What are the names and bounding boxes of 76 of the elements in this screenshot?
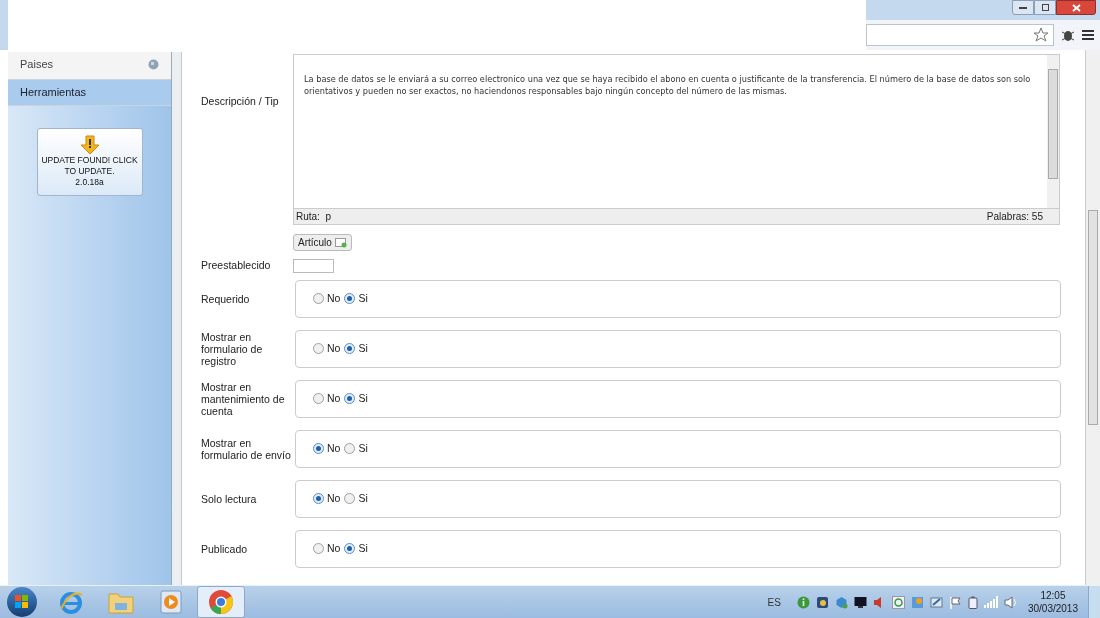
info-icon[interactable] xyxy=(796,595,810,609)
tray-icon[interactable] xyxy=(815,595,829,609)
radio-label: Si xyxy=(358,540,368,556)
radio-button[interactable] xyxy=(313,543,324,555)
field-label: Mostrar en mantenimiento de cuenta xyxy=(201,380,286,417)
radio-label: No xyxy=(327,440,341,456)
radio-button[interactable] xyxy=(313,493,324,505)
word-count: Palabras: 55 xyxy=(986,210,1044,224)
globe-icon xyxy=(148,59,159,70)
update-version: 2.0.18a xyxy=(75,177,104,188)
sidebar-item-label: Herramientas xyxy=(20,85,87,101)
close-icon xyxy=(1071,3,1081,12)
radio-label: Si xyxy=(358,390,368,406)
close-button[interactable] xyxy=(1056,0,1096,15)
refresh-icon[interactable] xyxy=(891,595,905,609)
description-text: La base de datos se le enviará a su correo electronico una vez que se haya recibido el abono en cuenta o justificante de la transferencia. El número de la base de datos son solo orientativos y pueden no ser exactos, no haciendonos responsables bajo ningún concepto del número de las mismas. xyxy=(303,73,1032,98)
sidebar-item-label: Paises xyxy=(20,57,54,73)
radio-label: No xyxy=(327,490,341,506)
flag-icon[interactable] xyxy=(948,595,962,609)
editor-path: Ruta: p xyxy=(296,210,332,224)
radio-label: Si xyxy=(358,490,368,506)
battery-icon[interactable] xyxy=(967,595,978,609)
field-label: Solo lectura xyxy=(201,492,258,505)
radio-label: Si xyxy=(358,340,368,356)
monitor-icon[interactable] xyxy=(853,595,867,609)
folder-icon xyxy=(108,590,134,614)
field-label: Descripción / Tip xyxy=(201,94,280,109)
browser-e-icon xyxy=(58,589,84,615)
radio-button[interactable] xyxy=(344,393,356,405)
radio-button[interactable] xyxy=(344,293,356,305)
radio-button[interactable] xyxy=(344,443,356,455)
field-label: Preestablecido xyxy=(201,258,272,273)
sidebar-item[interactable]: Herramientas xyxy=(8,80,171,106)
radio-button[interactable] xyxy=(313,343,324,355)
start-button[interactable] xyxy=(7,587,37,617)
show-desktop-button[interactable] xyxy=(1088,585,1100,618)
field-label: Mostrar en formulario de registro xyxy=(201,330,264,367)
radio-button[interactable] xyxy=(313,443,324,455)
windows-logo-icon xyxy=(15,595,29,609)
chrome-logo-icon xyxy=(208,589,234,615)
radio-button[interactable] xyxy=(313,293,324,305)
update-card[interactable]: UPDATE FOUND! CLICK TO UPDATE. 2.0.18a xyxy=(36,128,143,196)
radio-label: No xyxy=(327,390,341,406)
language-indicator[interactable]: ES xyxy=(767,594,781,610)
radio-label: Si xyxy=(358,440,368,456)
article-button[interactable]: Artículo xyxy=(293,234,352,251)
menu-icon[interactable] xyxy=(1082,29,1094,41)
signal-icon[interactable] xyxy=(983,596,998,608)
play-icon xyxy=(160,590,182,614)
restore-button[interactable] xyxy=(1034,0,1056,15)
field-label: Mostrar en formulario de envío xyxy=(201,436,292,461)
clock-date: 30/03/2013 xyxy=(1027,602,1078,615)
radio-button[interactable] xyxy=(344,493,356,505)
radio-label: No xyxy=(327,340,341,356)
radio-button[interactable] xyxy=(344,543,356,555)
radio-label: No xyxy=(327,540,341,556)
add-document-icon xyxy=(334,237,347,248)
taskbar-app[interactable] xyxy=(197,586,245,618)
minimize-button[interactable] xyxy=(1012,0,1034,15)
scrollbar[interactable] xyxy=(1047,55,1059,208)
sidebar-item[interactable]: Paises xyxy=(8,50,171,80)
update-message: UPDATE FOUND! CLICK TO UPDATE. xyxy=(40,155,139,177)
star-icon[interactable] xyxy=(1033,27,1049,43)
tray-icon[interactable] xyxy=(929,595,943,609)
page-scrollbar[interactable] xyxy=(1085,50,1100,585)
radio-button[interactable] xyxy=(313,393,324,405)
warning-arrow-icon xyxy=(79,135,100,155)
clock-time: 12:05 xyxy=(1040,589,1066,602)
radio-label: No xyxy=(327,290,341,306)
radio-button[interactable] xyxy=(344,343,356,355)
radio-label: Si xyxy=(358,290,368,306)
preset-input[interactable] xyxy=(293,258,334,273)
volume-icon[interactable] xyxy=(1003,595,1018,609)
field-label: Requerido xyxy=(201,292,251,305)
field-label: Publicado xyxy=(201,542,249,555)
address-field[interactable] xyxy=(866,24,1054,46)
